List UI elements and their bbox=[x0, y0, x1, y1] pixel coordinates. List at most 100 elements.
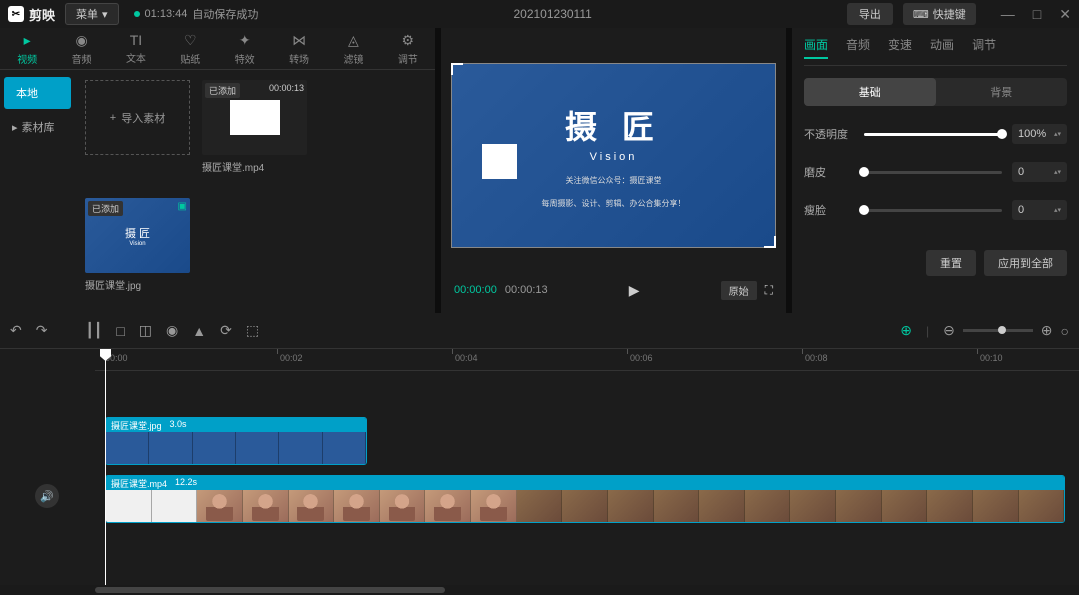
undo-button[interactable]: ↶ bbox=[10, 322, 22, 339]
image-icon: ▣ bbox=[178, 201, 187, 212]
tab-sticker[interactable]: ♡贴纸 bbox=[163, 32, 217, 66]
time-current: 00:00:00 bbox=[454, 284, 497, 296]
redo-button[interactable]: ↷ bbox=[36, 322, 48, 339]
save-indicator-icon bbox=[134, 11, 140, 17]
face-value[interactable]: 0▴▾ bbox=[1012, 200, 1067, 220]
shortcut-button[interactable]: ⌨ 快捷键 bbox=[903, 3, 976, 25]
tracks-area[interactable]: 00:00 00:02 00:04 00:06 00:08 00:10 摄匠课堂… bbox=[95, 349, 1079, 585]
subtab-bg[interactable]: 背景 bbox=[936, 78, 1068, 106]
tab-filter[interactable]: ◬滤镜 bbox=[326, 32, 380, 66]
media-name: 摄匠课堂.jpg bbox=[85, 277, 190, 292]
media-name: 摄匠课堂.mp4 bbox=[202, 159, 307, 174]
zoom-in-button[interactable]: ⊕ bbox=[1041, 322, 1053, 339]
media-sidebar: 本地 ▸素材库 bbox=[0, 70, 75, 313]
keyboard-icon: ⌨ bbox=[913, 8, 929, 21]
timeline-toolbar: ↶ ↷ ┃┃ □ ◫ ◉ ▲ ⟳ ⬚ ⊕ | ⊖ ⊕ ○ bbox=[0, 313, 1079, 349]
tab-transition[interactable]: ⋈转场 bbox=[272, 32, 326, 66]
preview-panel: 摄 匠 Vision 关注微信公众号：摄匠课堂 每周摄影、设计、剪辑、办公合集分… bbox=[441, 28, 786, 313]
clip-video[interactable]: 摄匠课堂.mp412.2s bbox=[105, 475, 1065, 523]
media-item-video[interactable]: 已添加 00:00:13 摄匠课堂.mp4 bbox=[202, 80, 307, 174]
fullscreen-button[interactable]: ⛶ bbox=[765, 283, 773, 298]
autosave-status: 01:13:44 自动保存成功 bbox=[134, 6, 259, 22]
opacity-slider[interactable] bbox=[864, 133, 1002, 136]
media-grid: + 导入素材 已添加 00:00:13 摄匠课堂.mp4 已添加 ▣ bbox=[75, 70, 435, 313]
project-name: 202101230111 bbox=[268, 7, 837, 21]
tab-speed[interactable]: 变速 bbox=[888, 36, 912, 59]
preview-line2: 每周摄影、设计、剪辑、办公合集分享！ bbox=[542, 198, 686, 209]
zoom-slider[interactable] bbox=[963, 329, 1033, 332]
import-button[interactable]: + 导入素材 bbox=[85, 80, 190, 155]
crop2-button[interactable]: ⬚ bbox=[246, 322, 259, 339]
app-logo: ✂ 剪映 bbox=[8, 5, 55, 24]
audio-icon: ◉ bbox=[75, 32, 87, 49]
minimize-button[interactable]: — bbox=[1001, 6, 1015, 23]
adjust-icon: ⚙ bbox=[402, 32, 415, 49]
delete-button[interactable]: □ bbox=[116, 323, 124, 339]
rotate-button[interactable]: ⟳ bbox=[220, 322, 232, 339]
export-button[interactable]: 导出 bbox=[847, 3, 893, 25]
window-controls: — □ ✕ bbox=[1001, 6, 1071, 23]
preview-logo-text: 摄 匠 bbox=[565, 102, 662, 148]
smooth-value[interactable]: 0▴▾ bbox=[1012, 162, 1067, 182]
track-image[interactable]: 摄匠课堂.jpg3.0s bbox=[95, 417, 1079, 467]
properties-panel: 画面 音频 变速 动画 调节 基础 背景 不透明度 100%▴▾ 磨皮 0▴▾ … bbox=[792, 28, 1079, 313]
apply-all-button[interactable]: 应用到全部 bbox=[984, 250, 1067, 276]
sidebar-local[interactable]: 本地 bbox=[4, 77, 71, 109]
tab-picture[interactable]: 画面 bbox=[804, 36, 828, 59]
text-icon: TI bbox=[130, 32, 142, 48]
tab-audio[interactable]: ◉音频 bbox=[54, 32, 108, 66]
zoom-out-button[interactable]: ⊖ bbox=[943, 322, 955, 339]
added-badge: 已添加 bbox=[88, 201, 123, 216]
audio-toggle-button[interactable]: 🔊 bbox=[35, 484, 59, 508]
menu-button[interactable]: 菜单▾ bbox=[65, 3, 119, 25]
tab-effect[interactable]: ✦特效 bbox=[218, 32, 272, 66]
track-headers: 🔊 bbox=[0, 349, 95, 585]
ratio-button[interactable]: 原始 bbox=[721, 281, 757, 300]
close-button[interactable]: ✕ bbox=[1059, 6, 1071, 23]
logo-icon: ✂ bbox=[8, 6, 24, 22]
tab-text[interactable]: TI文本 bbox=[109, 32, 163, 65]
mirror-button[interactable]: ▲ bbox=[192, 323, 206, 339]
media-panel: ▸视频 ◉音频 TI文本 ♡贴纸 ✦特效 ⋈转场 ◬滤镜 ⚙调节 本地 ▸素材库… bbox=[0, 28, 435, 313]
split-button[interactable]: ┃┃ bbox=[85, 322, 102, 339]
sidebar-library[interactable]: ▸素材库 bbox=[0, 111, 75, 143]
stepper-icon[interactable]: ▴▾ bbox=[1054, 206, 1061, 214]
snap-button[interactable]: ⊕ bbox=[900, 322, 912, 339]
duration-label: 00:00:13 bbox=[269, 83, 304, 93]
stepper-icon[interactable]: ▴▾ bbox=[1054, 130, 1061, 138]
subtab-basic[interactable]: 基础 bbox=[804, 78, 936, 106]
sticker-icon: ♡ bbox=[184, 32, 197, 49]
tab-adjust[interactable]: 调节 bbox=[972, 36, 996, 59]
reset-button[interactable]: 重置 bbox=[926, 250, 976, 276]
sub-tabs: 基础 背景 bbox=[804, 78, 1067, 106]
app-name: 剪映 bbox=[29, 5, 55, 24]
effect-icon: ✦ bbox=[239, 32, 251, 49]
opacity-label: 不透明度 bbox=[804, 126, 854, 142]
playhead[interactable] bbox=[105, 349, 106, 585]
video-icon: ▸ bbox=[24, 32, 31, 49]
opacity-value[interactable]: 100%▴▾ bbox=[1012, 124, 1067, 144]
titlebar: ✂ 剪映 菜单▾ 01:13:44 自动保存成功 202101230111 导出… bbox=[0, 0, 1079, 28]
preview-line1: 关注微信公众号：摄匠课堂 bbox=[566, 175, 662, 186]
clip-image[interactable]: 摄匠课堂.jpg3.0s bbox=[105, 417, 367, 465]
time-ruler[interactable]: 00:00 00:02 00:04 00:06 00:08 00:10 bbox=[95, 349, 1079, 371]
timeline-scrollbar[interactable] bbox=[0, 585, 1079, 595]
media-item-image[interactable]: 已添加 ▣ 摄 匠Vision 摄匠课堂.jpg bbox=[85, 198, 190, 292]
tab-anim[interactable]: 动画 bbox=[930, 36, 954, 59]
stepper-icon[interactable]: ▴▾ bbox=[1054, 168, 1061, 176]
play-button[interactable]: ▶ bbox=[556, 282, 713, 299]
tab-video[interactable]: ▸视频 bbox=[0, 32, 54, 66]
record-button[interactable]: ◉ bbox=[166, 322, 178, 339]
tab-adjust[interactable]: ⚙调节 bbox=[381, 32, 435, 66]
crop-button[interactable]: ◫ bbox=[139, 322, 152, 339]
face-slider[interactable] bbox=[864, 209, 1002, 212]
face-label: 瘦脸 bbox=[804, 202, 854, 218]
preview-canvas[interactable]: 摄 匠 Vision 关注微信公众号：摄匠课堂 每周摄影、设计、剪辑、办公合集分… bbox=[451, 63, 776, 248]
scrollbar-thumb[interactable] bbox=[95, 587, 445, 593]
added-badge: 已添加 bbox=[205, 83, 240, 98]
tab-audio[interactable]: 音频 bbox=[846, 36, 870, 59]
smooth-slider[interactable] bbox=[864, 171, 1002, 174]
track-video[interactable]: 摄匠课堂.mp412.2s bbox=[95, 475, 1079, 525]
zoom-fit-button[interactable]: ○ bbox=[1061, 323, 1069, 339]
maximize-button[interactable]: □ bbox=[1033, 6, 1041, 23]
